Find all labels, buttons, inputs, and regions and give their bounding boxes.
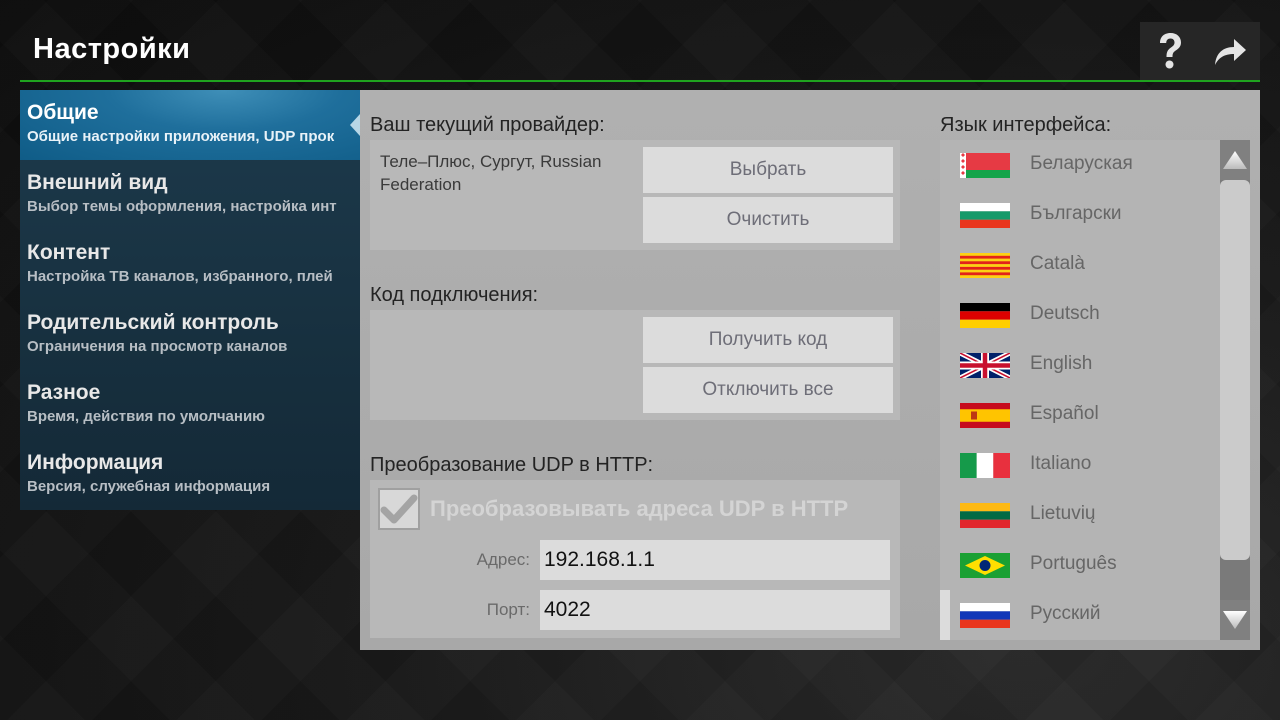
language-name: English xyxy=(1030,353,1093,374)
help-button[interactable] xyxy=(1140,22,1200,80)
sidebar-item-general[interactable]: Общие Общие настройки приложения, UDP пр… xyxy=(20,90,360,160)
active-item-pointer xyxy=(350,114,360,136)
sidebar-item-title: Родительский контроль xyxy=(27,311,279,334)
language-item-english[interactable]: English xyxy=(940,340,1220,390)
clear-provider-button[interactable]: Очистить xyxy=(643,197,893,243)
language-name: Português xyxy=(1030,553,1117,574)
disconnect-all-button[interactable]: Отключить все xyxy=(643,367,893,413)
address-input[interactable] xyxy=(540,540,890,580)
language-item-bulgarian[interactable]: Български xyxy=(940,190,1220,240)
udp-http-checkbox-label: Преобразовывать адреса UDP в HTTP xyxy=(430,496,849,521)
sidebar-item-subtitle: Настройка ТВ каналов, избранного, плей xyxy=(27,268,333,285)
connection-code-group: Получить код Отключить все xyxy=(370,310,900,420)
scroll-thumb[interactable] xyxy=(1220,180,1250,560)
language-item-catalan[interactable]: Català xyxy=(940,240,1220,290)
language-list: Беларуская Български Català Deutsch Engl… xyxy=(940,140,1220,640)
udp-http-group: Преобразовывать адреса UDP в HTTP Адрес:… xyxy=(370,480,900,638)
belarus-flag-icon xyxy=(960,153,1010,178)
provider-value: Теле–Плюс, Сургут, Russian Federation xyxy=(380,152,602,194)
brazil-flag-icon xyxy=(960,553,1010,578)
uk-flag-icon xyxy=(960,353,1010,378)
header-actions xyxy=(1140,22,1260,80)
sidebar: Общие Общие настройки приложения, UDP пр… xyxy=(20,90,360,510)
question-mark-icon xyxy=(1160,33,1181,69)
language-item-italian[interactable]: Italiano xyxy=(940,440,1220,490)
connection-code-label: Код подключения: xyxy=(370,284,539,306)
language-item-portuguese[interactable]: Português xyxy=(940,540,1220,590)
germany-flag-icon xyxy=(960,303,1010,328)
language-name: Русский xyxy=(1030,603,1101,624)
udp-http-checkbox[interactable] xyxy=(378,488,420,530)
sidebar-item-appearance[interactable]: Внешний вид Выбор темы оформления, настр… xyxy=(20,160,360,230)
sidebar-item-parental-control[interactable]: Родительский контроль Ограничения на про… xyxy=(20,300,360,370)
language-name: Lietuvių xyxy=(1030,503,1096,524)
udp-http-label: Преобразование UDP в HTTP: xyxy=(370,454,654,476)
sidebar-item-subtitle: Выбор темы оформления, настройка инт xyxy=(27,198,337,215)
select-provider-button[interactable]: Выбрать xyxy=(643,147,893,193)
language-name: Català xyxy=(1030,253,1085,274)
page-title: Настройки xyxy=(33,33,191,65)
sidebar-item-content[interactable]: Контент Настройка ТВ каналов, избранного… xyxy=(20,230,360,300)
sidebar-item-information[interactable]: Информация Версия, служебная информация xyxy=(20,440,360,510)
sidebar-item-subtitle: Время, действия по умолчанию xyxy=(27,408,265,425)
provider-label: Ваш текущий провайдер: xyxy=(370,114,605,136)
language-item-belarusian[interactable]: Беларуская xyxy=(940,140,1220,190)
port-input[interactable] xyxy=(540,590,890,630)
language-item-lithuanian[interactable]: Lietuvių xyxy=(940,490,1220,540)
sidebar-item-title: Общие xyxy=(27,101,99,124)
sidebar-item-title: Внешний вид xyxy=(27,171,168,194)
header-divider xyxy=(20,80,1260,82)
language-scrollbar[interactable] xyxy=(1220,140,1250,640)
language-name: Беларуская xyxy=(1030,153,1133,174)
share-arrow-icon xyxy=(1215,39,1246,65)
scroll-down-button[interactable] xyxy=(1220,600,1250,640)
lithuania-flag-icon xyxy=(960,503,1010,528)
address-label: Адрес: xyxy=(476,550,530,569)
sidebar-item-subtitle: Версия, служебная информация xyxy=(27,478,271,495)
exit-button[interactable] xyxy=(1200,22,1260,80)
sidebar-item-misc[interactable]: Разное Время, действия по умолчанию xyxy=(20,370,360,440)
scroll-up-button[interactable] xyxy=(1220,140,1250,180)
sidebar-item-subtitle: Ограничения на просмотр каналов xyxy=(27,338,288,355)
provider-group: Теле–Плюс, Сургут, Russian Federation Вы… xyxy=(370,140,900,250)
sidebar-item-title: Контент xyxy=(27,241,111,264)
russia-flag-icon xyxy=(960,603,1010,628)
checkmark-icon xyxy=(380,494,418,524)
language-item-russian[interactable]: Русский xyxy=(940,590,1220,640)
sidebar-item-title: Информация xyxy=(27,451,164,474)
triangle-down-icon xyxy=(1223,611,1247,629)
language-item-spanish[interactable]: Español xyxy=(940,390,1220,440)
get-code-button[interactable]: Получить код xyxy=(643,317,893,363)
language-name: Български xyxy=(1030,203,1122,224)
bulgaria-flag-icon xyxy=(960,203,1010,228)
language-item-german[interactable]: Deutsch xyxy=(940,290,1220,340)
language-name: Español xyxy=(1030,403,1099,424)
port-label: Порт: xyxy=(486,600,530,619)
catalonia-flag-icon xyxy=(960,253,1010,278)
spain-flag-icon xyxy=(960,403,1010,428)
italy-flag-icon xyxy=(960,453,1010,478)
sidebar-item-subtitle: Общие настройки приложения, UDP прок xyxy=(27,128,335,145)
language-name: Italiano xyxy=(1030,453,1092,474)
language-name: Deutsch xyxy=(1030,303,1100,324)
settings-panel: Ваш текущий провайдер: Теле–Плюс, Сургут… xyxy=(360,90,1260,650)
sidebar-item-title: Разное xyxy=(27,381,101,404)
triangle-up-icon xyxy=(1223,151,1247,169)
language-label: Язык интерфейса: xyxy=(940,114,1112,136)
